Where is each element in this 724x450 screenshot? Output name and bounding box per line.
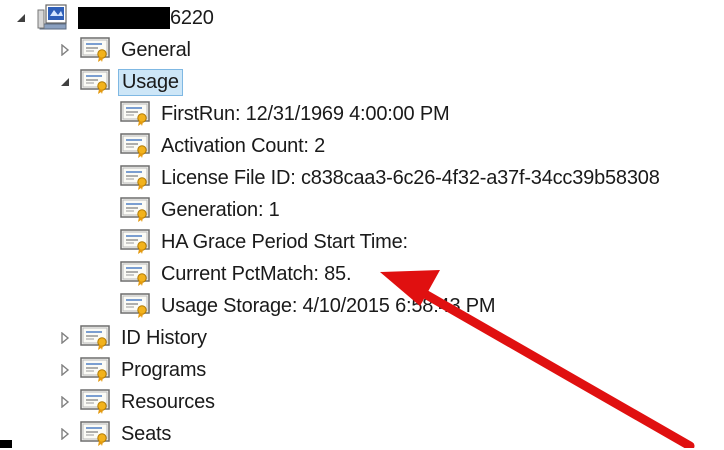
- certificate-icon: [120, 229, 152, 255]
- tree-leaf-current-pctmatch[interactable]: Current PctMatch: 85.: [120, 258, 354, 290]
- certificate-icon: [80, 37, 112, 63]
- tree-node-label: Activation Count: 2: [161, 134, 326, 157]
- certificate-icon: [80, 421, 112, 447]
- certificate-icon: [80, 69, 112, 95]
- certificate-icon: [120, 293, 152, 319]
- tree-node-general[interactable]: General: [58, 34, 194, 66]
- tree-node-label: FirstRun: 12/31/1969 4:00:00 PM: [161, 102, 450, 125]
- certificate-icon: [80, 357, 112, 383]
- certificate-icon: [120, 101, 152, 127]
- tree-node-usage[interactable]: Usage: [58, 66, 183, 98]
- tree-node-label: Generation: 1: [161, 198, 280, 221]
- certificate-icon: [80, 389, 112, 415]
- expand-triangle-icon[interactable]: [58, 395, 72, 409]
- tree-node-label: ID History: [121, 326, 207, 349]
- collapse-triangle-icon[interactable]: [58, 75, 72, 89]
- tree-node-label: HA Grace Period Start Time:: [161, 230, 408, 253]
- edge-artifact: [0, 440, 12, 448]
- certificate-icon: [120, 165, 152, 191]
- tree-leaf-activation-count[interactable]: Activation Count: 2: [120, 130, 328, 162]
- expand-triangle-icon[interactable]: [58, 363, 72, 377]
- tree-node-label: Programs: [121, 358, 207, 381]
- tree-node-label: Resources: [121, 390, 215, 413]
- tree-leaf-license-file-id[interactable]: License File ID: c838caa3-6c26-4f32-a37f…: [120, 162, 663, 194]
- tree-node-label: Seats: [121, 422, 172, 445]
- expand-triangle-icon[interactable]: [58, 427, 72, 441]
- tree-leaf-ha-grace-period[interactable]: HA Grace Period Start Time:: [120, 226, 411, 258]
- license-server-icon: [36, 2, 72, 34]
- tree-root-label: 6220: [170, 6, 214, 29]
- certificate-icon: [120, 261, 152, 287]
- tree-node-label: Current PctMatch: 85.: [161, 262, 352, 285]
- tree-node-label: License File ID: c838caa3-6c26-4f32-a37f…: [161, 166, 660, 189]
- collapse-triangle-icon[interactable]: [14, 11, 28, 25]
- tree-root[interactable]: 6220: [14, 2, 217, 34]
- tree-leaf-generation[interactable]: Generation: 1: [120, 194, 283, 226]
- license-tree: 6220 General Usage FirstRun: 12/31/1969 …: [0, 0, 724, 448]
- tree-leaf-firstrun[interactable]: FirstRun: 12/31/1969 4:00:00 PM: [120, 98, 452, 130]
- certificate-icon: [80, 325, 112, 351]
- tree-node-seats[interactable]: Seats: [58, 418, 174, 450]
- tree-node-label: Usage Storage: 4/10/2015 6:58:43 PM: [161, 294, 496, 317]
- certificate-icon: [120, 197, 152, 223]
- tree-node-label: Usage: [118, 68, 183, 96]
- tree-node-resources[interactable]: Resources: [58, 386, 218, 418]
- tree-node-id-history[interactable]: ID History: [58, 322, 210, 354]
- tree-leaf-usage-storage[interactable]: Usage Storage: 4/10/2015 6:58:43 PM: [120, 290, 498, 322]
- tree-node-label: General: [121, 38, 191, 61]
- expand-triangle-icon[interactable]: [58, 331, 72, 345]
- certificate-icon: [120, 133, 152, 159]
- tree-node-programs[interactable]: Programs: [58, 354, 209, 386]
- redaction-block: [78, 7, 170, 29]
- expand-triangle-icon[interactable]: [58, 43, 72, 57]
